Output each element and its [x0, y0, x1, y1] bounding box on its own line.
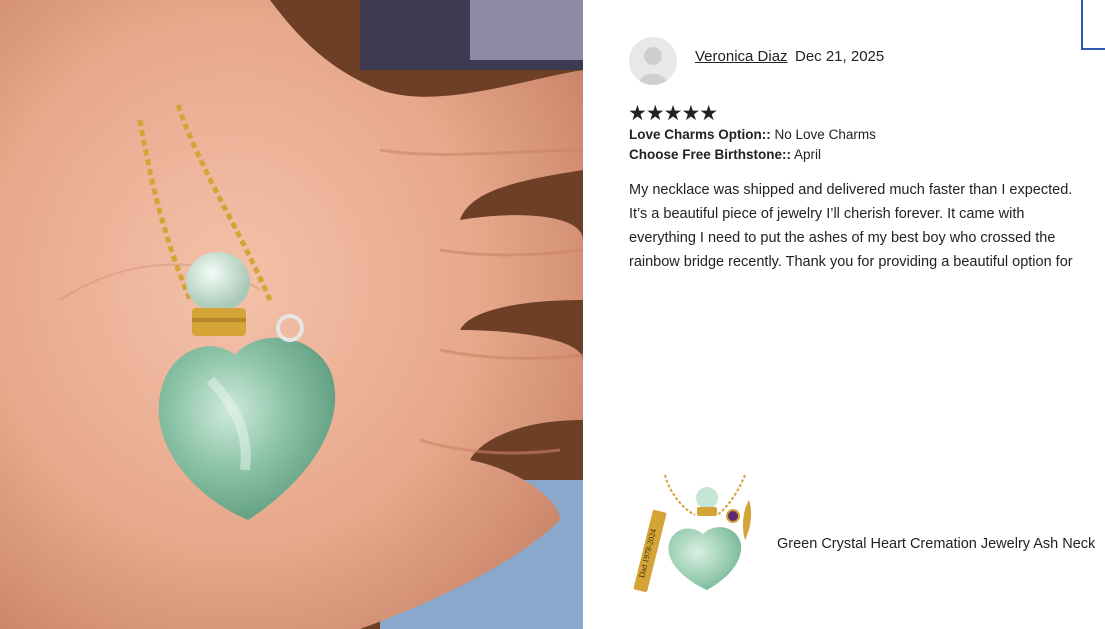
review-panel: Veronica Diaz Dec 21, 2025 ★★★★★ Love Ch… — [583, 0, 1105, 629]
option-value: No Love Charms — [774, 127, 876, 142]
review-date: Dec 21, 2025 — [795, 48, 885, 65]
option-label: Choose Free Birthstone:: — [629, 147, 792, 162]
review-text-line: everything I need to put the ashes of my… — [629, 230, 1056, 246]
option-label: Love Charms Option:: — [629, 127, 771, 142]
review-text-line: It’s a beautiful piece of jewelry I’ll c… — [629, 206, 1025, 222]
star-rating: ★★★★★ — [628, 102, 718, 125]
necklace-in-hand-image — [0, 0, 583, 629]
review-option-birthstone: Choose Free Birthstone:: April — [629, 147, 821, 162]
product-title-link[interactable]: Green Crystal Heart Cremation Jewelry As… — [777, 536, 1095, 552]
default-user-avatar-icon[interactable] — [629, 37, 677, 85]
review-text-line: My necklace was shipped and delivered mu… — [629, 182, 1073, 198]
next-item-frame[interactable] — [1081, 0, 1105, 50]
review-text-line: rainbow bridge recently. Thank you for p… — [629, 254, 1073, 270]
option-value: April — [794, 147, 822, 162]
review-text: My necklace was shipped and delivered mu… — [629, 178, 1105, 274]
product-thumbnail[interactable]: Dad 1978-2024 — [625, 470, 755, 600]
review-option-love-charms: Love Charms Option:: No Love Charms — [629, 127, 876, 142]
reviewer-name-link[interactable]: Veronica Diaz — [695, 48, 788, 65]
review-photo[interactable] — [0, 0, 583, 629]
